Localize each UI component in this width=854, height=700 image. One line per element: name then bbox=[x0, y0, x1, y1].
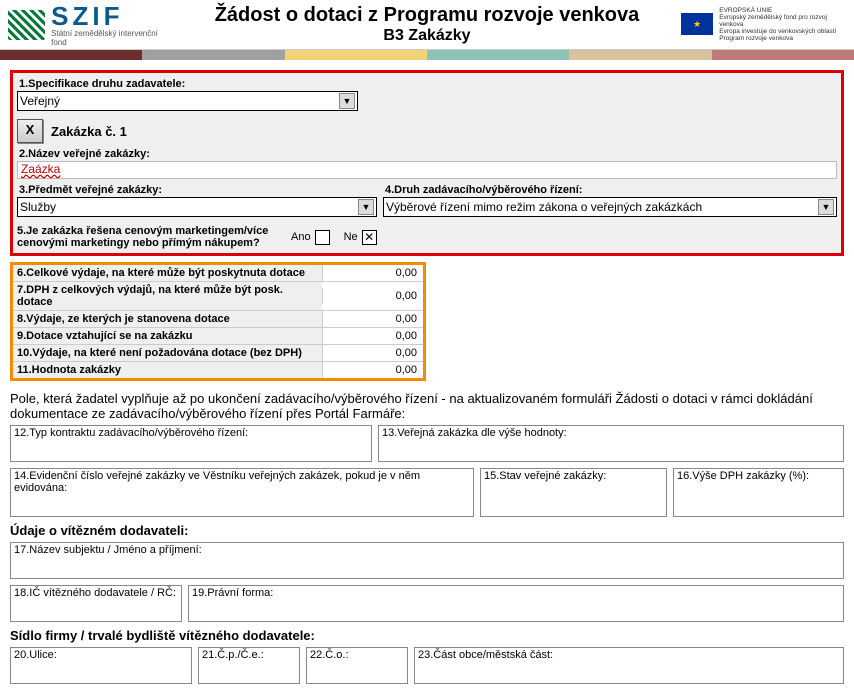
field-label: 18.IČ vítězného dodavatele / RČ: bbox=[11, 586, 181, 600]
label-ne: Ne bbox=[344, 231, 358, 243]
page-header: SZIF Státní zemědělský intervenční fond … bbox=[0, 0, 854, 50]
field-label: 15.Stav veřejné zakázky: bbox=[481, 469, 666, 483]
vyse-hodnoty-input[interactable] bbox=[382, 442, 840, 458]
zakazka-primary-box: 1.Specifikace druhu zadavatele: Veřejný … bbox=[10, 70, 844, 256]
typ-kontraktu-input[interactable] bbox=[14, 442, 368, 458]
ic-dodavatele-input[interactable] bbox=[14, 602, 178, 618]
page-title: Žádost o dotaci z Programu rozvoje venko… bbox=[173, 4, 681, 27]
fin-row-label: 7.DPH z celkových výdajů, na které může … bbox=[13, 282, 322, 310]
zadavatel-select[interactable]: Veřejný ▼ bbox=[17, 91, 358, 111]
checkbox-ano[interactable] bbox=[315, 230, 330, 245]
fin-row-value[interactable]: 0,00 bbox=[322, 288, 423, 304]
cp-ce-input[interactable] bbox=[202, 664, 296, 680]
field-label: 1.Specifikace druhu zadavatele: bbox=[17, 77, 837, 91]
field-label: 14.Evidenční číslo veřejné zakázky ve Vě… bbox=[11, 469, 473, 495]
eu-text-line: Evropa investuje do venkovských oblastí bbox=[719, 28, 846, 35]
field-label: 5.Je zakázka řešena cenovým marketingem/… bbox=[17, 225, 277, 249]
chevron-down-icon: ▼ bbox=[358, 199, 374, 215]
cast-obce-input[interactable] bbox=[418, 664, 840, 680]
field-label: 20.Ulice: bbox=[11, 648, 191, 662]
field-label: 19.Právní forma: bbox=[189, 586, 843, 600]
field-label: 3.Předmět veřejné zakázky: bbox=[17, 183, 377, 197]
field-label: 22.Č.o.: bbox=[307, 648, 407, 662]
order-title: Zakázka č. 1 bbox=[51, 124, 127, 139]
druh-rizeni-select[interactable]: Výběrové řízení mimo režim zákona o veře… bbox=[383, 197, 837, 217]
fin-row-label: 11.Hodnota zakázky bbox=[13, 362, 322, 378]
fin-row-value[interactable]: 0,00 bbox=[322, 265, 423, 281]
pravni-forma-input[interactable] bbox=[192, 602, 840, 618]
logo-text: SZIF bbox=[51, 3, 173, 29]
fin-row-value[interactable]: 0,00 bbox=[322, 345, 423, 361]
chevron-down-icon: ▼ bbox=[339, 93, 355, 109]
eu-flag-icon: ★ bbox=[681, 13, 713, 35]
order-header: X Zakázka č. 1 bbox=[17, 119, 837, 143]
logo-szif: SZIF Státní zemědělský intervenční fond bbox=[8, 5, 173, 45]
delete-order-button[interactable]: X bbox=[17, 119, 43, 143]
eu-text-line: Evropský zemědělský fond pro rozvoj venk… bbox=[719, 14, 846, 28]
field-label: 2.Název veřejné zakázky: bbox=[17, 147, 837, 161]
logo-subtext: Státní zemědělský intervenční fond bbox=[51, 29, 173, 47]
page-title-block: Žádost o dotaci z Programu rozvoje venko… bbox=[173, 4, 681, 45]
nazev-zakazky-input[interactable]: Zaázka bbox=[17, 161, 837, 179]
nazev-subjektu-input[interactable] bbox=[14, 559, 840, 575]
fin-row-value[interactable]: 0,00 bbox=[322, 328, 423, 344]
fin-row-value[interactable]: 0,00 bbox=[322, 362, 423, 378]
note-text: Pole, která žadatel vyplňuje až po ukonč… bbox=[10, 391, 844, 421]
label-ano: Ano bbox=[291, 231, 311, 243]
field-label: 17.Název subjektu / Jméno a příjmení: bbox=[11, 543, 843, 557]
fin-row-label: 8.Výdaje, ze kterých je stanovena dotace bbox=[13, 311, 322, 327]
field-label: 4.Druh zadávacího/výběrového řízení: bbox=[383, 183, 837, 197]
financni-udaje-box: 6.Celkové výdaje, na které může být posk… bbox=[10, 262, 426, 381]
fin-row-value[interactable]: 0,00 bbox=[322, 311, 423, 327]
decorative-stripe bbox=[0, 50, 854, 60]
field-label: 12.Typ kontraktu zadávacího/výběrového ř… bbox=[11, 426, 371, 440]
co-input[interactable] bbox=[310, 664, 404, 680]
evidencni-cislo-input[interactable] bbox=[14, 497, 470, 513]
fin-row-label: 9.Dotace vztahující se na zakázku bbox=[13, 328, 322, 344]
field-label: 16.Výše DPH zakázky (%): bbox=[674, 469, 843, 483]
eu-text-line: EVROPSKÁ UNIE bbox=[719, 7, 846, 14]
field-label: 13.Veřejná zakázka dle výše hodnoty: bbox=[379, 426, 843, 440]
select-value: Veřejný bbox=[20, 94, 60, 108]
stav-zakazky-input[interactable] bbox=[484, 485, 663, 501]
field-label: 21.Č.p./Č.e.: bbox=[199, 648, 299, 662]
ulice-input[interactable] bbox=[14, 664, 188, 680]
field-label: 23.Část obce/městská část: bbox=[415, 648, 843, 662]
eu-text-line: Program rozvoje venkova bbox=[719, 35, 846, 42]
section-heading: Údaje o vítězném dodavateli: bbox=[10, 523, 844, 538]
eu-logo-block: ★ EVROPSKÁ UNIE Evropský zemědělský fond… bbox=[681, 7, 846, 43]
fin-row-label: 10.Výdaje, na které není požadována dota… bbox=[13, 345, 322, 361]
page-subtitle: B3 Zakázky bbox=[173, 27, 681, 45]
section-heading: Sídlo firmy / trvalé bydliště vítězného … bbox=[10, 628, 844, 643]
predmet-select[interactable]: Služby ▼ bbox=[17, 197, 377, 217]
select-value: Výběrové řízení mimo režim zákona o veře… bbox=[386, 200, 702, 214]
chevron-down-icon: ▼ bbox=[818, 199, 834, 215]
szif-stripes-icon bbox=[8, 10, 45, 40]
vyse-dph-input[interactable] bbox=[677, 485, 840, 501]
fin-row-label: 6.Celkové výdaje, na které může být posk… bbox=[13, 265, 322, 281]
checkbox-ne[interactable]: ✕ bbox=[362, 230, 377, 245]
select-value: Služby bbox=[20, 200, 56, 214]
